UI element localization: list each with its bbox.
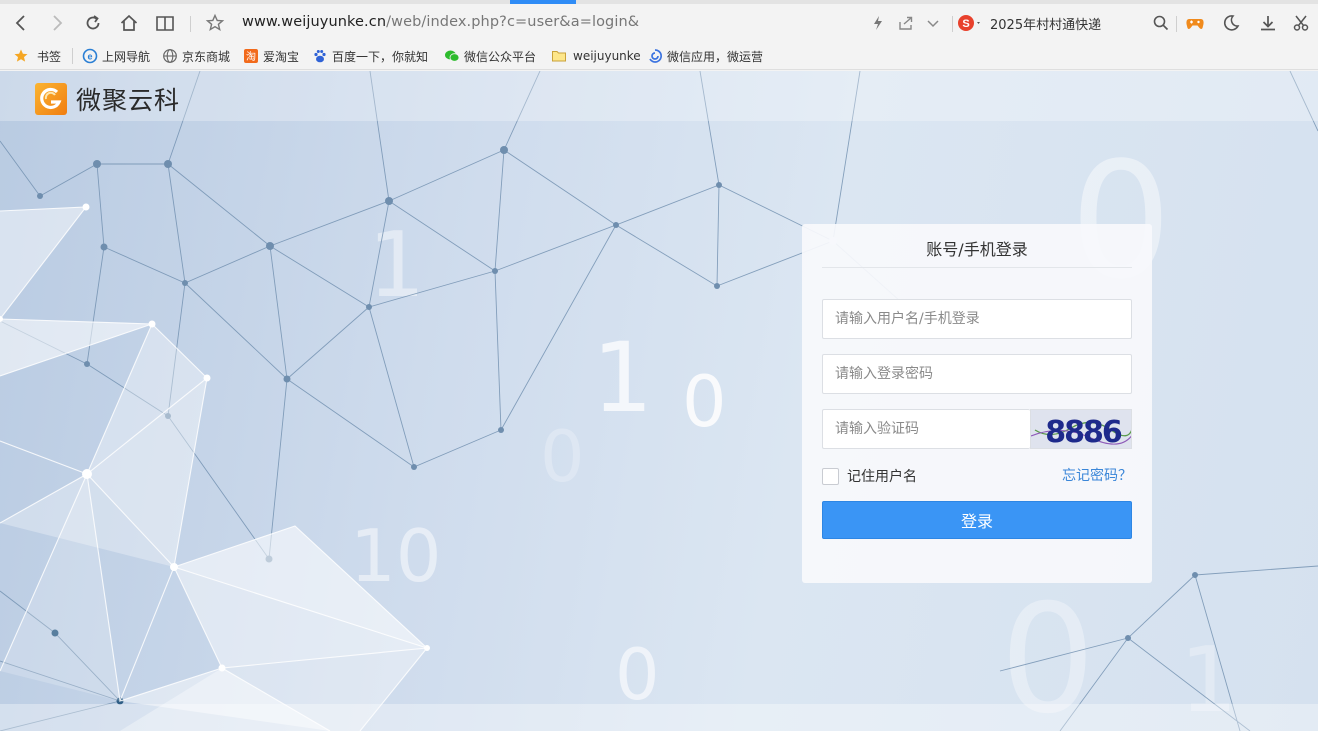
- username-field[interactable]: [822, 299, 1132, 339]
- toolbar-separator: [190, 16, 191, 32]
- swirl-icon: [647, 48, 663, 64]
- bg-digit: 0: [540, 416, 585, 498]
- search-icon[interactable]: [1148, 10, 1174, 36]
- remember-label: 记住用户名: [847, 469, 917, 485]
- login-button[interactable]: 登录: [822, 501, 1132, 539]
- site-header: 微聚云科: [0, 71, 1318, 121]
- back-icon[interactable]: [8, 10, 34, 36]
- svg-text:淘: 淘: [246, 50, 256, 63]
- browser-toolbar: www.weijuyunke.cn/web/index.php?c=user&a…: [0, 4, 1318, 42]
- chevron-down-icon[interactable]: [920, 10, 946, 36]
- password-input[interactable]: [823, 355, 1131, 393]
- forgot-password-link[interactable]: 忘记密码？: [1062, 465, 1132, 485]
- captcha-image[interactable]: 8886: [1030, 409, 1132, 449]
- address-bar[interactable]: www.weijuyunke.cn/web/index.php?c=user&a…: [242, 14, 639, 30]
- bookmark-label: 京东商城: [182, 49, 231, 64]
- svg-text:S: S: [962, 18, 969, 30]
- globe-icon: [162, 48, 178, 64]
- bookmark-label: 百度一下，你就知: [332, 49, 429, 64]
- share-icon[interactable]: [893, 10, 919, 36]
- bookmark-label: 微信应用，微运营: [667, 49, 764, 64]
- reload-icon[interactable]: [80, 10, 106, 36]
- svg-text:e: e: [87, 52, 92, 62]
- star-icon: [13, 48, 29, 64]
- bookmark-label: 微信公众平台: [464, 49, 537, 64]
- bookmark-label: weijuyunke: [573, 49, 641, 63]
- bookmark-item-jd[interactable]: 京东商城: [162, 47, 230, 65]
- search-box[interactable]: S 2025年村村通快递: [956, 10, 1174, 36]
- wechat-icon: [444, 48, 460, 64]
- toolbar-separator: [952, 16, 953, 32]
- password-field[interactable]: [822, 354, 1132, 394]
- bookmark-label: 上网导航: [102, 49, 151, 64]
- captcha-input[interactable]: [823, 410, 1030, 448]
- search-input[interactable]: 2025年村村通快递: [990, 14, 1140, 33]
- remember-checkbox[interactable]: [822, 467, 839, 485]
- reader-icon[interactable]: [152, 10, 178, 36]
- url-host: www.weijuyunke.cn: [242, 14, 387, 30]
- bookmark-item-wechat-app[interactable]: 微信应用，微运营: [647, 47, 765, 65]
- download-icon[interactable]: [1255, 10, 1281, 36]
- home-icon[interactable]: [116, 10, 142, 36]
- bookmark-item-taobao[interactable]: 淘 爱淘宝: [243, 47, 299, 65]
- bookmark-item-weijuyunke[interactable]: weijuyunke: [551, 47, 641, 65]
- toolbar-separator: [1176, 16, 1177, 32]
- lightning-icon[interactable]: [865, 10, 891, 36]
- login-panel: 账号/手机登录 8886 记住用户名 忘记密码？ 登录: [802, 224, 1152, 583]
- sogou-icon[interactable]: S: [956, 10, 984, 36]
- bookmark-separator: [72, 48, 73, 64]
- bookmark-item-nav[interactable]: e 上网导航: [82, 47, 150, 65]
- gamepad-icon[interactable]: [1182, 10, 1208, 36]
- login-page: 1 1 0 0 0 10 0 0 1 微聚云科 账号/手机登录 请输入用户名/手…: [0, 71, 1318, 731]
- brand-logo-icon: [35, 83, 67, 115]
- bookmark-label: 爱淘宝: [263, 49, 300, 64]
- brand[interactable]: 微聚云科: [35, 81, 180, 117]
- login-divider: [822, 267, 1132, 268]
- bg-digit: 10: [350, 514, 442, 598]
- captcha-text: 8886: [1045, 415, 1122, 449]
- footer-band: [0, 704, 1318, 731]
- brand-name: 微聚云科: [76, 86, 181, 115]
- username-input[interactable]: [823, 300, 1131, 338]
- bg-digit: 1: [592, 322, 653, 434]
- bookmark-item-wechat-mp[interactable]: 微信公众平台: [444, 47, 536, 65]
- url-path: /web/index.php?c=user&a=login&: [386, 14, 640, 30]
- ie-icon: e: [82, 48, 98, 64]
- login-title: 账号/手机登录: [926, 240, 1028, 259]
- bookmark-item-baidu[interactable]: 百度一下，你就知: [312, 47, 428, 65]
- scissors-icon[interactable]: [1289, 10, 1315, 36]
- star-icon[interactable]: [202, 10, 228, 36]
- bg-digit: 0: [682, 361, 727, 443]
- baidu-paw-icon: [312, 48, 328, 64]
- captcha-field[interactable]: [822, 409, 1030, 449]
- remember-username[interactable]: 记住用户名: [822, 466, 917, 486]
- moon-icon[interactable]: [1218, 10, 1244, 36]
- forward-icon[interactable]: [44, 10, 70, 36]
- bookmarks-bar: 书签 e 上网导航 京东商城 淘 爱淘宝 百度一下，你就知 微信公众平台 wei…: [0, 42, 1318, 70]
- bookmark-label: 书签: [37, 49, 62, 64]
- folder-icon: [551, 48, 567, 64]
- taobao-icon: 淘: [243, 48, 259, 64]
- bookmark-item-bookmarks[interactable]: 书签: [13, 47, 61, 65]
